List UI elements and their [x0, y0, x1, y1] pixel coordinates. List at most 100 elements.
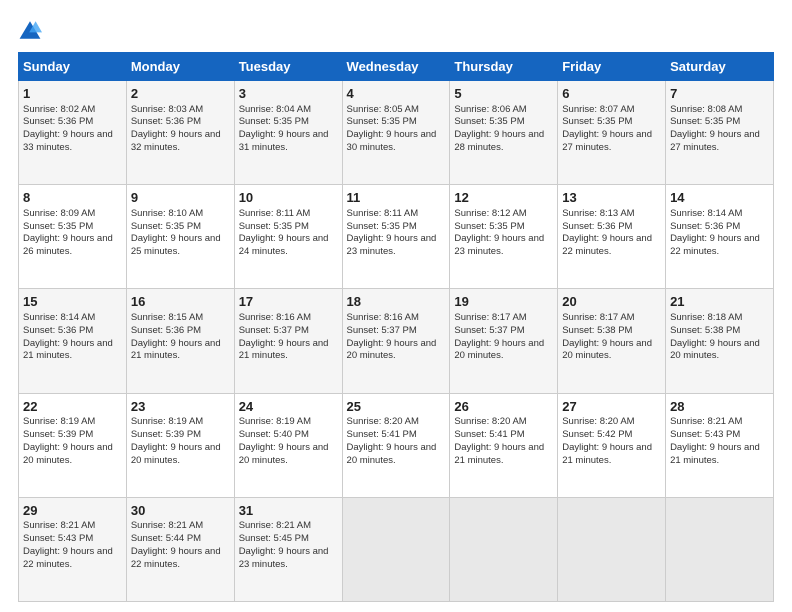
day-number: 23 — [131, 398, 230, 416]
sunset-label: Sunset: 5:43 PM — [670, 429, 740, 440]
daylight-label: Daylight: 9 hours and 24 minutes. — [239, 233, 329, 257]
sunset-label: Sunset: 5:35 PM — [239, 116, 309, 127]
calendar-cell: 26Sunrise: 8:20 AMSunset: 5:41 PMDayligh… — [450, 393, 558, 497]
calendar-cell: 23Sunrise: 8:19 AMSunset: 5:39 PMDayligh… — [126, 393, 234, 497]
daylight-label: Daylight: 9 hours and 20 minutes. — [562, 338, 652, 362]
calendar-cell: 19Sunrise: 8:17 AMSunset: 5:37 PMDayligh… — [450, 289, 558, 393]
calendar-cell: 31Sunrise: 8:21 AM Sunset: 5:45 PM Dayligh… — [234, 497, 342, 601]
sunset-label: Sunset: 5:35 PM — [670, 116, 740, 127]
calendar-cell: 5Sunrise: 8:06 AMSunset: 5:35 PMDaylight… — [450, 81, 558, 185]
daylight-label: Daylight: 9 hours and 20 minutes. — [347, 338, 437, 362]
calendar-cell: 6Sunrise: 8:07 AMSunset: 5:35 PMDaylight… — [558, 81, 666, 185]
sunset-label: Sunset: 5:41 PM — [454, 429, 524, 440]
calendar-cell: 2Sunrise: 8:03 AMSunset: 5:36 PMDaylight… — [126, 81, 234, 185]
page: SundayMondayTuesdayWednesdayThursdayFrid… — [0, 0, 792, 612]
day-number: 6 — [562, 85, 661, 103]
calendar-body: 1Sunrise: 8:02 AMSunset: 5:36 PMDaylight… — [19, 81, 774, 602]
daylight-label: Daylight: 9 hours and 21 minutes. — [562, 442, 652, 466]
sunset-label: Sunset: 5:39 PM — [23, 429, 93, 440]
daylight-label: Daylight: 9 hours and 20 minutes. — [131, 442, 221, 466]
day-number: 20 — [562, 293, 661, 311]
sunrise-label: Sunrise: 8:08 AM — [670, 104, 742, 115]
daylight-label: Daylight: 9 hours and 22 minutes. — [670, 233, 760, 257]
day-number: 4 — [347, 85, 446, 103]
sunset-label: Sunset: 5:43 PM — [23, 533, 93, 544]
sunset-label: Sunset: 5:35 PM — [454, 116, 524, 127]
day-number: 5 — [454, 85, 553, 103]
sunset-label: Sunset: 5:37 PM — [347, 325, 417, 336]
sunrise-label: Sunrise: 8:04 AM — [239, 104, 311, 115]
day-number: 27 — [562, 398, 661, 416]
header — [18, 18, 774, 42]
sunrise-label: Sunrise: 8:05 AM — [347, 104, 419, 115]
daylight-label: Daylight: 9 hours and 28 minutes. — [454, 129, 544, 153]
daylight-label: Daylight: 9 hours and 20 minutes. — [670, 338, 760, 362]
daylight-label: Daylight: 9 hours and 27 minutes. — [562, 129, 652, 153]
sunrise-label: Sunrise: 8:14 AM — [670, 208, 742, 219]
sunset-label: Sunset: 5:41 PM — [347, 429, 417, 440]
day-number: 13 — [562, 189, 661, 207]
calendar-cell: 4Sunrise: 8:05 AMSunset: 5:35 PMDaylight… — [342, 81, 450, 185]
day-number: 31 — [239, 502, 338, 520]
day-number: 3 — [239, 85, 338, 103]
daylight-label: Daylight: 9 hours and 20 minutes. — [454, 338, 544, 362]
sunset-label: Sunset: 5:37 PM — [239, 325, 309, 336]
daylight-label: Daylight: 9 hours and 23 minutes. — [239, 546, 329, 570]
daylight-label: Daylight: 9 hours and 21 minutes. — [131, 338, 221, 362]
calendar-cell: 16Sunrise: 8:15 AMSunset: 5:36 PMDayligh… — [126, 289, 234, 393]
sunrise-label: Sunrise: 8:20 AM — [562, 416, 634, 427]
day-number: 17 — [239, 293, 338, 311]
calendar-cell — [666, 497, 774, 601]
header-day-friday: Friday — [558, 53, 666, 81]
daylight-label: Daylight: 9 hours and 22 minutes. — [131, 546, 221, 570]
sunrise-label: Sunrise: 8:16 AM — [347, 312, 419, 323]
sunrise-label: Sunrise: 8:07 AM — [562, 104, 634, 115]
day-number: 26 — [454, 398, 553, 416]
daylight-label: Daylight: 9 hours and 22 minutes. — [562, 233, 652, 257]
header-day-wednesday: Wednesday — [342, 53, 450, 81]
daylight-label: Daylight: 9 hours and 32 minutes. — [131, 129, 221, 153]
daylight-label: Daylight: 9 hours and 25 minutes. — [131, 233, 221, 257]
sunrise-label: Sunrise: 8:14 AM — [23, 312, 95, 323]
sunset-label: Sunset: 5:35 PM — [347, 221, 417, 232]
sunrise-label: Sunrise: 8:21 AM — [239, 520, 311, 531]
logo — [18, 18, 46, 42]
sunset-label: Sunset: 5:45 PM — [239, 533, 309, 544]
daylight-label: Daylight: 9 hours and 26 minutes. — [23, 233, 113, 257]
sunset-label: Sunset: 5:39 PM — [131, 429, 201, 440]
sunrise-label: Sunrise: 8:20 AM — [454, 416, 526, 427]
day-number: 1 — [23, 85, 122, 103]
sunrise-label: Sunrise: 8:18 AM — [670, 312, 742, 323]
calendar-cell: 15Sunrise: 8:14 AMSunset: 5:36 PMDayligh… — [19, 289, 127, 393]
calendar-cell — [450, 497, 558, 601]
day-number: 8 — [23, 189, 122, 207]
sunrise-label: Sunrise: 8:16 AM — [239, 312, 311, 323]
header-day-saturday: Saturday — [666, 53, 774, 81]
header-day-tuesday: Tuesday — [234, 53, 342, 81]
sunset-label: Sunset: 5:36 PM — [131, 325, 201, 336]
calendar-cell: 22Sunrise: 8:19 AMSunset: 5:39 PMDayligh… — [19, 393, 127, 497]
daylight-label: Daylight: 9 hours and 20 minutes. — [23, 442, 113, 466]
calendar-table: SundayMondayTuesdayWednesdayThursdayFrid… — [18, 52, 774, 602]
day-number: 14 — [670, 189, 769, 207]
sunrise-label: Sunrise: 8:15 AM — [131, 312, 203, 323]
calendar-cell: 24Sunrise: 8:19 AMSunset: 5:40 PMDayligh… — [234, 393, 342, 497]
calendar-cell: 29Sunrise: 8:21 AMSunset: 5:43 PMDayligh… — [19, 497, 127, 601]
sunset-label: Sunset: 5:35 PM — [347, 116, 417, 127]
sunrise-label: Sunrise: 8:21 AM — [670, 416, 742, 427]
sunrise-label: Sunrise: 8:21 AM — [131, 520, 203, 531]
calendar-cell: 10Sunrise: 8:11 AMSunset: 5:35 PMDayligh… — [234, 185, 342, 289]
sunrise-label: Sunrise: 8:17 AM — [454, 312, 526, 323]
calendar-cell: 9Sunrise: 8:10 AMSunset: 5:35 PMDaylight… — [126, 185, 234, 289]
sunrise-label: Sunrise: 8:09 AM — [23, 208, 95, 219]
calendar-cell: 11Sunrise: 8:11 AMSunset: 5:35 PMDayligh… — [342, 185, 450, 289]
daylight-label: Daylight: 9 hours and 33 minutes. — [23, 129, 113, 153]
header-day-monday: Monday — [126, 53, 234, 81]
sunrise-label: Sunrise: 8:12 AM — [454, 208, 526, 219]
day-number: 30 — [131, 502, 230, 520]
day-number: 29 — [23, 502, 122, 520]
calendar-cell: 7Sunrise: 8:08 AMSunset: 5:35 PMDaylight… — [666, 81, 774, 185]
sunset-label: Sunset: 5:36 PM — [131, 116, 201, 127]
calendar-week-row: 22Sunrise: 8:19 AMSunset: 5:39 PMDayligh… — [19, 393, 774, 497]
day-number: 2 — [131, 85, 230, 103]
